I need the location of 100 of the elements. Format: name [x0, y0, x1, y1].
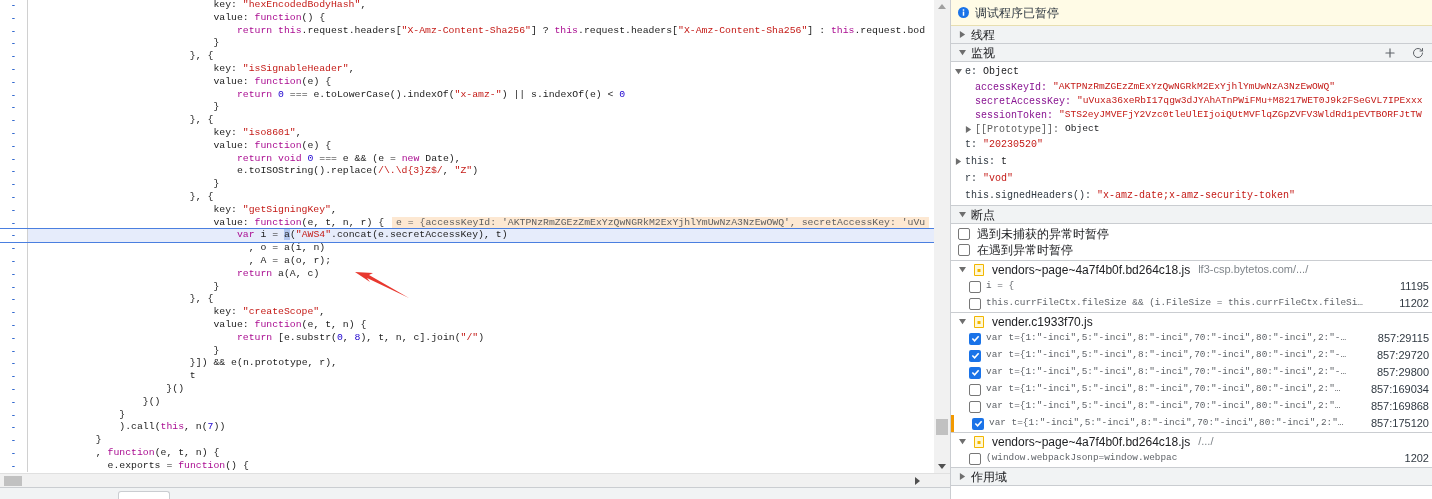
watch-value: Object	[983, 65, 1020, 79]
caret-icon[interactable]	[959, 266, 966, 273]
line-marker: -	[11, 267, 16, 281]
watch-value: "x-amz-date;x-amz-security-token"	[1097, 189, 1296, 203]
checkbox[interactable]	[969, 452, 981, 465]
scroll-up-icon[interactable]	[938, 4, 946, 9]
breakpoint-code: var t={1:"-inci",5:"-inci",8:"-inci",70:"-inci",80:"-inci",2:"-…	[986, 348, 1347, 363]
code-line: }, {	[188, 293, 214, 307]
code-line: }, {	[188, 190, 214, 204]
code-line: }]) && e(n.prototype, r),	[188, 357, 338, 371]
line-marker: -	[11, 293, 16, 307]
line-marker: -	[11, 254, 16, 268]
refresh-icon[interactable]	[1412, 46, 1424, 59]
file-name[interactable]: vendors~page~4a7f4b0f.bd264c18.js	[992, 432, 1191, 451]
scroll-down-icon[interactable]	[938, 464, 946, 469]
watch-value: "AKTPNzRmZGEzZmExYzQwNGRkM2ExYjhlYmUwNzA3NzEwOWQ"	[1053, 79, 1336, 94]
watch-name: t:	[965, 138, 977, 152]
code-line: value: function() {	[212, 11, 326, 25]
scrollbar-thumb[interactable]	[936, 419, 948, 435]
breakpoint-code: (window.webpackJsonp=window.webpac	[986, 451, 1178, 466]
code-line: return this.request.headers["X-Amz-Content-Sha256"] ? this.request.headers["X-Amz-Content-Sha256"] : this.request.bod	[235, 24, 925, 38]
section-title: 断点	[971, 206, 995, 224]
line-marker: -	[11, 229, 16, 243]
code-line: }()	[165, 382, 184, 396]
code-line: }	[212, 37, 220, 51]
breakpoint-line: 857:29800	[1377, 365, 1429, 381]
code-line: return void 0 === e && (e = new Date),	[235, 152, 461, 166]
checkbox[interactable]	[972, 417, 984, 430]
breakpoint-line: 857:175120	[1370, 416, 1429, 432]
section-header[interactable]: 作用域	[951, 468, 1432, 486]
file-name[interactable]: vender.c1933f70.js	[992, 312, 1093, 331]
vertical-scrollbar[interactable]	[934, 0, 950, 473]
code-line: }	[212, 101, 220, 115]
checkbox[interactable]	[969, 349, 981, 362]
line-marker: -	[11, 88, 16, 102]
code-line: key: "createScope",	[212, 306, 326, 319]
file-icon	[974, 435, 984, 448]
breakpoint-code: var t={1:"-inci",5:"-inci",8:"-inci",70:"-inci",80:"-inci",2:"-…	[986, 331, 1347, 346]
code-line: var i = a("AWS4".concat(e.secretAccessKey), t)	[235, 229, 508, 243]
breakpoint-line: 857:29115	[1377, 331, 1429, 347]
breakpoint-line: 11202	[1399, 296, 1429, 312]
checkbox[interactable]	[969, 280, 981, 293]
section-header[interactable]: 线程	[951, 26, 1432, 44]
caret-icon[interactable]	[965, 125, 972, 133]
scrollbar-thumb[interactable]	[4, 475, 22, 486]
code-line: }	[212, 280, 220, 294]
breakpoint-code: var t={1:"-inci",5:"-inci",8:"-inci",70:"-inci",80:"-inci",2:"-…	[986, 365, 1347, 380]
breakpoint-code: var t={1:"-inci",5:"-inci",8:"-inci",70:"-inci",80:"-inci",2:"…	[989, 416, 1344, 431]
line-marker: -	[11, 306, 16, 319]
watch-value: "vod"	[983, 172, 1014, 186]
line-marker: -	[11, 408, 16, 422]
caret-icon[interactable]	[959, 49, 966, 56]
watch-value: "uVuxa36xeRbI17qgw3dJYAhATnPWiFMu+M8217WET0J9k2FSeGVL7IPExxx	[1077, 93, 1423, 108]
checkbox[interactable]	[969, 366, 981, 379]
checkbox[interactable]	[969, 400, 981, 413]
line-marker: -	[11, 50, 16, 63]
breakpoint-line: 1202	[1404, 451, 1429, 467]
caret-icon[interactable]	[959, 31, 966, 38]
line-marker: -	[11, 203, 16, 217]
line-marker: -	[11, 242, 16, 255]
caret-icon[interactable]	[959, 318, 966, 325]
code-line: value: function(e, t, n, r) {	[212, 216, 385, 230]
line-marker: -	[11, 178, 16, 191]
breakpoint-code: var t={1:"-inci",5:"-inci",8:"-inci",70:"-inci",80:"-inci",2:"…	[986, 399, 1341, 414]
breakpoint-line: 857:29720	[1377, 348, 1429, 364]
line-marker: -	[11, 357, 16, 371]
caret-icon[interactable]	[955, 68, 962, 75]
line-marker: -	[11, 101, 16, 115]
code-line: value: function(e) {	[212, 139, 332, 153]
code-line: }, {	[188, 114, 214, 127]
caret-icon[interactable]	[959, 438, 966, 445]
file-name[interactable]: vendors~page~4a7f4b0f.bd264c18.js	[992, 260, 1191, 279]
watch-name: secretAccessKey:	[975, 94, 1071, 109]
line-marker: -	[11, 63, 16, 76]
code-line: }	[94, 434, 102, 447]
checkbox[interactable]	[969, 383, 981, 396]
checkbox[interactable]	[969, 332, 981, 345]
checkbox[interactable]	[958, 244, 970, 256]
breakpoint-code: this.currFileCtx.fileSize && (i.FileSize = this.currFileCtx.fileSi…	[986, 296, 1363, 311]
checkbox[interactable]	[969, 297, 981, 310]
horizontal-scrollbar[interactable]	[0, 473, 950, 487]
line-marker: -	[11, 126, 16, 140]
code-line: key: "iso8601",	[212, 126, 302, 140]
caret-icon[interactable]	[959, 473, 966, 480]
line-marker: -	[11, 421, 16, 435]
line-marker: -	[11, 216, 16, 230]
add-icon[interactable]	[1383, 45, 1397, 60]
watch-value: "20230520"	[983, 138, 1044, 152]
breakpoint-line: 11195	[1400, 279, 1429, 295]
scroll-right-icon[interactable]	[915, 476, 920, 485]
caret-icon[interactable]	[959, 211, 966, 218]
paused-breakpoint-row[interactable]: var t={1:"-inci",5:"-inci",8:"-inci",70:"-inci",80:"-inci",2:"… 857:175120	[951, 415, 1432, 432]
section-header[interactable]: 断点	[951, 206, 1432, 224]
code-line: return a(A, c)	[235, 267, 320, 281]
code-line: t	[188, 370, 196, 383]
checkbox[interactable]	[958, 228, 970, 240]
file-icon	[974, 263, 984, 276]
caret-icon[interactable]	[955, 158, 962, 165]
section-header[interactable]: 监视	[951, 44, 1432, 62]
line-marker: -	[11, 459, 16, 473]
